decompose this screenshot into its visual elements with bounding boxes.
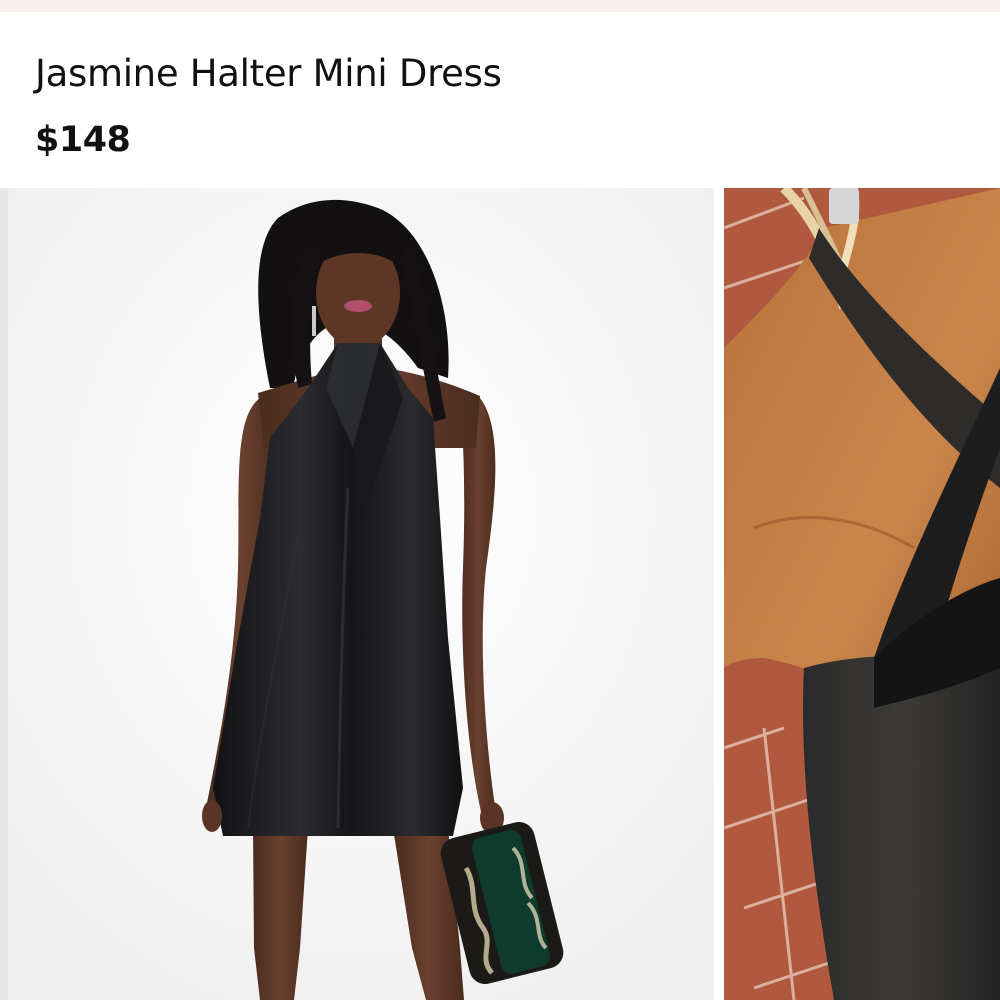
model-illustration [8,188,714,1000]
neckline-detail-photo[interactable] [724,188,1000,1000]
previous-image-edge [0,188,8,1000]
product-price: $148 [35,120,131,160]
product-title: Jasmine Halter Mini Dress [35,52,502,95]
neckline-illustration [724,188,1000,1000]
product-header: Jasmine Halter Mini Dress $148 [0,12,1000,188]
product-image-gallery[interactable] [0,188,1000,1000]
top-banner-strip [0,0,1000,12]
model-front-photo[interactable] [8,188,714,1000]
product-page: Jasmine Halter Mini Dress $148 [0,0,1000,1000]
